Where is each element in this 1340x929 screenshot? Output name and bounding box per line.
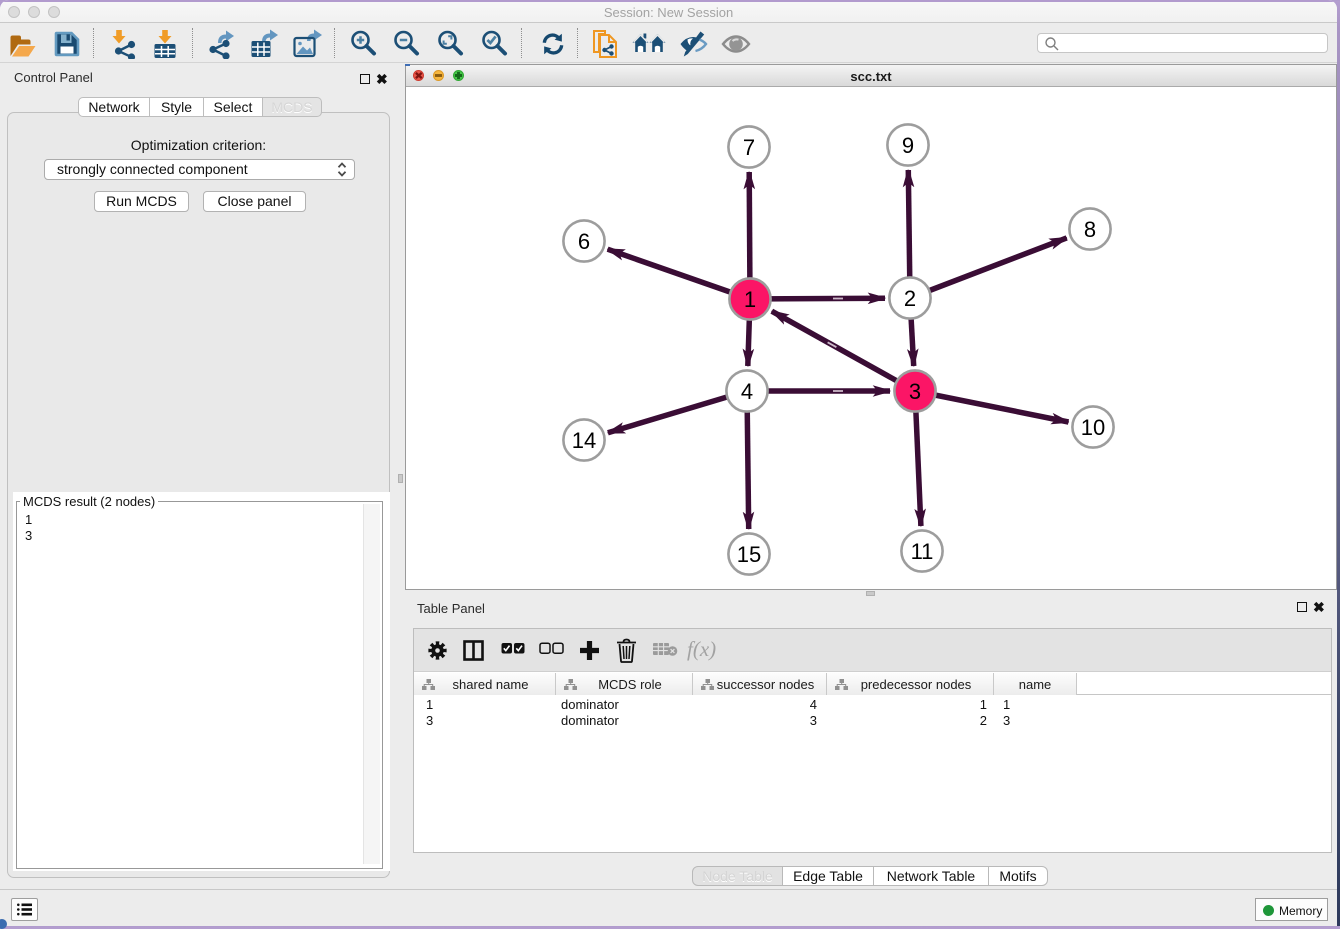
- svg-text:2: 2: [904, 286, 916, 311]
- svg-text:10: 10: [1081, 415, 1105, 440]
- svg-text:1: 1: [744, 287, 756, 312]
- svg-text:3: 3: [909, 379, 921, 404]
- svg-text:11: 11: [911, 539, 934, 564]
- svg-text:6: 6: [578, 229, 590, 254]
- svg-text:4: 4: [741, 379, 753, 404]
- svg-text:8: 8: [1084, 217, 1096, 242]
- svg-text:15: 15: [737, 542, 761, 567]
- svg-text:9: 9: [902, 133, 914, 158]
- svg-text:7: 7: [743, 135, 755, 160]
- svg-text:14: 14: [572, 428, 596, 453]
